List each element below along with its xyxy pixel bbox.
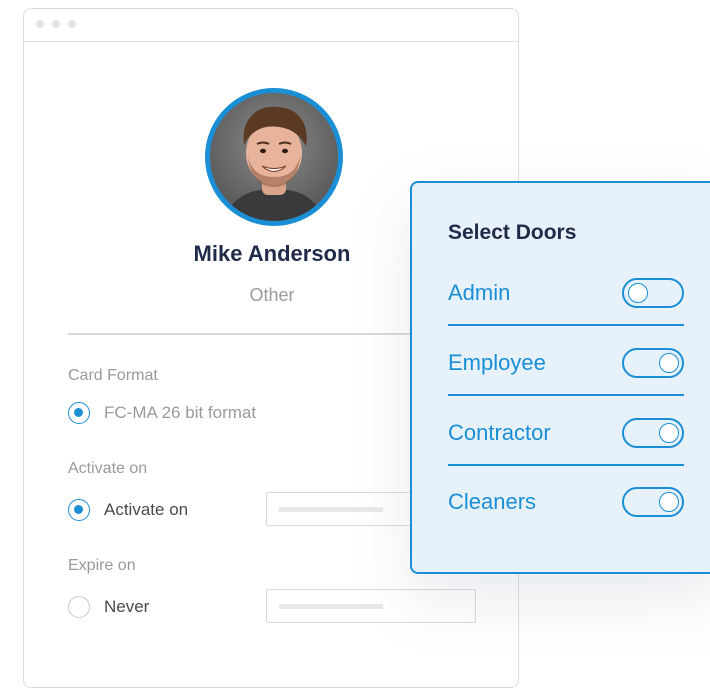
toggle-knob <box>628 283 648 303</box>
door-label: Contractor <box>448 420 551 445</box>
window-maximize-dot[interactable] <box>68 20 76 28</box>
door-toggle-cleaners[interactable] <box>622 487 684 517</box>
door-toggle-employee[interactable] <box>622 348 684 378</box>
toggle-knob <box>659 353 679 373</box>
expire-date-field[interactable] <box>266 589 476 623</box>
avatar <box>205 88 343 226</box>
door-item-admin: Admin <box>448 278 684 350</box>
toggle-knob <box>659 423 679 443</box>
avatar-photo-icon <box>210 93 338 221</box>
select-doors-title: Select Doors <box>448 221 577 244</box>
card-format-radio[interactable] <box>68 402 90 424</box>
activate-on-label: Activate on <box>68 460 148 477</box>
activate-date-placeholder <box>279 507 383 512</box>
card-format-option[interactable]: FC-MA 26 bit format <box>68 402 256 424</box>
door-divider <box>448 464 684 466</box>
door-toggle-admin[interactable] <box>622 278 684 308</box>
expire-never-radio[interactable] <box>68 596 90 618</box>
door-item-employee: Employee <box>448 348 684 420</box>
toggle-knob <box>659 492 679 512</box>
door-item-contractor: Contractor <box>448 418 684 490</box>
door-label: Employee <box>448 350 546 375</box>
activate-on-option-label: Activate on <box>104 500 189 519</box>
door-divider <box>448 394 684 396</box>
card-format-label: Card Format <box>68 367 158 384</box>
activate-on-option[interactable]: Activate on <box>68 499 188 521</box>
expire-on-label: Expire on <box>68 557 136 574</box>
door-label: Cleaners <box>448 489 537 514</box>
expire-date-placeholder <box>279 604 383 609</box>
activate-on-radio[interactable] <box>68 499 90 521</box>
door-toggle-contractor[interactable] <box>622 418 684 448</box>
select-doors-panel: Select Doors Admin Employee Contractor C… <box>410 181 710 574</box>
expire-never-option[interactable]: Never <box>68 596 149 618</box>
window-minimize-dot[interactable] <box>52 20 60 28</box>
door-divider <box>448 324 684 326</box>
door-item-cleaners: Cleaners <box>448 487 684 559</box>
door-label: Admin <box>448 280 511 305</box>
expire-never-option-label: Never <box>104 597 150 616</box>
window-titlebar <box>24 9 518 42</box>
window-close-dot[interactable] <box>36 20 44 28</box>
card-format-option-label: FC-MA 26 bit format <box>104 403 257 422</box>
